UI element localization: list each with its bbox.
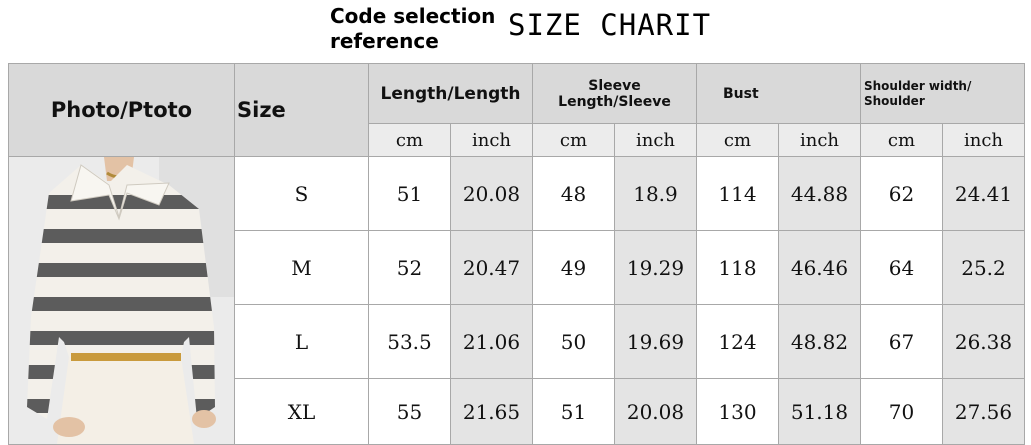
reference-note: Code selection reference xyxy=(330,4,495,54)
hand-left xyxy=(53,417,85,437)
unit-bust-inch: inch xyxy=(778,123,861,157)
shoulder-cm-cell: 70 xyxy=(860,378,943,445)
shoulder-inch-cell: 27.56 xyxy=(942,378,1025,445)
unit-sleeve-inch: inch xyxy=(614,123,697,157)
bust-inch-cell: 44.88 xyxy=(778,156,861,231)
product-photo-cell xyxy=(8,156,235,445)
length-inch-cell: 20.08 xyxy=(450,156,533,231)
sleeve-inch-cell: 20.08 xyxy=(614,378,697,445)
sleeve-inch-cell: 18.9 xyxy=(614,156,697,231)
bust-header: Bust xyxy=(696,63,861,124)
length-header: Length/Length xyxy=(368,63,533,124)
unit-shoulder-inch: inch xyxy=(942,123,1025,157)
size-cell: L xyxy=(234,304,369,379)
reference-note-line-1: Code selection xyxy=(330,4,496,28)
bust-inch-cell: 51.18 xyxy=(778,378,861,445)
sleeve-cm-cell: 51 xyxy=(532,378,615,445)
chart-title: SIZE CHARIT xyxy=(508,8,712,42)
unit-shoulder-cm: cm xyxy=(860,123,943,157)
bust-cm-cell: 130 xyxy=(696,378,779,445)
unit-bust-cm: cm xyxy=(696,123,779,157)
bust-cm-cell: 124 xyxy=(696,304,779,379)
length-inch-cell: 20.47 xyxy=(450,230,533,305)
sweater-photo xyxy=(9,157,234,444)
size-cell: XL xyxy=(234,378,369,445)
shoulder-cm-cell: 64 xyxy=(860,230,943,305)
shoulder-inch-cell: 25.2 xyxy=(942,230,1025,305)
sweater-stripe xyxy=(27,263,215,277)
sweater-stripe xyxy=(27,331,215,345)
length-inch-cell: 21.06 xyxy=(450,304,533,379)
size-table: Photo/Ptoto Size Length/Length Sleeve Le… xyxy=(8,63,1025,445)
unit-sleeve-cm: cm xyxy=(532,123,615,157)
bust-inch-cell: 46.46 xyxy=(778,230,861,305)
shoulder-inch-cell: 26.38 xyxy=(942,304,1025,379)
belt xyxy=(71,353,181,361)
length-cm-cell: 55 xyxy=(368,378,451,445)
size-cell: M xyxy=(234,230,369,305)
header-row: Photo/Ptoto Size Length/Length Sleeve Le… xyxy=(8,63,1025,157)
bust-cm-cell: 114 xyxy=(696,156,779,231)
sleeve-cm-cell: 50 xyxy=(532,304,615,379)
sleeve-header: Sleeve Length/Sleeve xyxy=(532,63,697,124)
shoulder-cm-cell: 67 xyxy=(860,304,943,379)
size-cell: S xyxy=(234,156,369,231)
size-header: Size xyxy=(234,63,369,157)
sleeve-cm-cell: 49 xyxy=(532,230,615,305)
photo-header: Photo/Ptoto xyxy=(8,63,235,157)
sleeve-inch-cell: 19.69 xyxy=(614,304,697,379)
sweater-stripe xyxy=(27,297,215,311)
length-cm-cell: 51 xyxy=(368,156,451,231)
length-cm-cell: 53.5 xyxy=(368,304,451,379)
sleeve-cm-cell: 48 xyxy=(532,156,615,231)
hand-right xyxy=(192,410,216,428)
table-row: S 51 20.08 48 18.9 114 44.88 62 24.41 xyxy=(8,156,1025,445)
unit-length-inch: inch xyxy=(450,123,533,157)
shoulder-cm-cell: 62 xyxy=(860,156,943,231)
sleeve-inch-cell: 19.29 xyxy=(614,230,697,305)
reference-note-line-2: reference xyxy=(330,29,439,53)
unit-length-cm: cm xyxy=(368,123,451,157)
length-inch-cell: 21.65 xyxy=(450,378,533,445)
bust-cm-cell: 118 xyxy=(696,230,779,305)
bust-inch-cell: 48.82 xyxy=(778,304,861,379)
shoulder-header: Shoulder width/ Shoulder xyxy=(860,63,1025,124)
shoulder-inch-cell: 24.41 xyxy=(942,156,1025,231)
length-cm-cell: 52 xyxy=(368,230,451,305)
